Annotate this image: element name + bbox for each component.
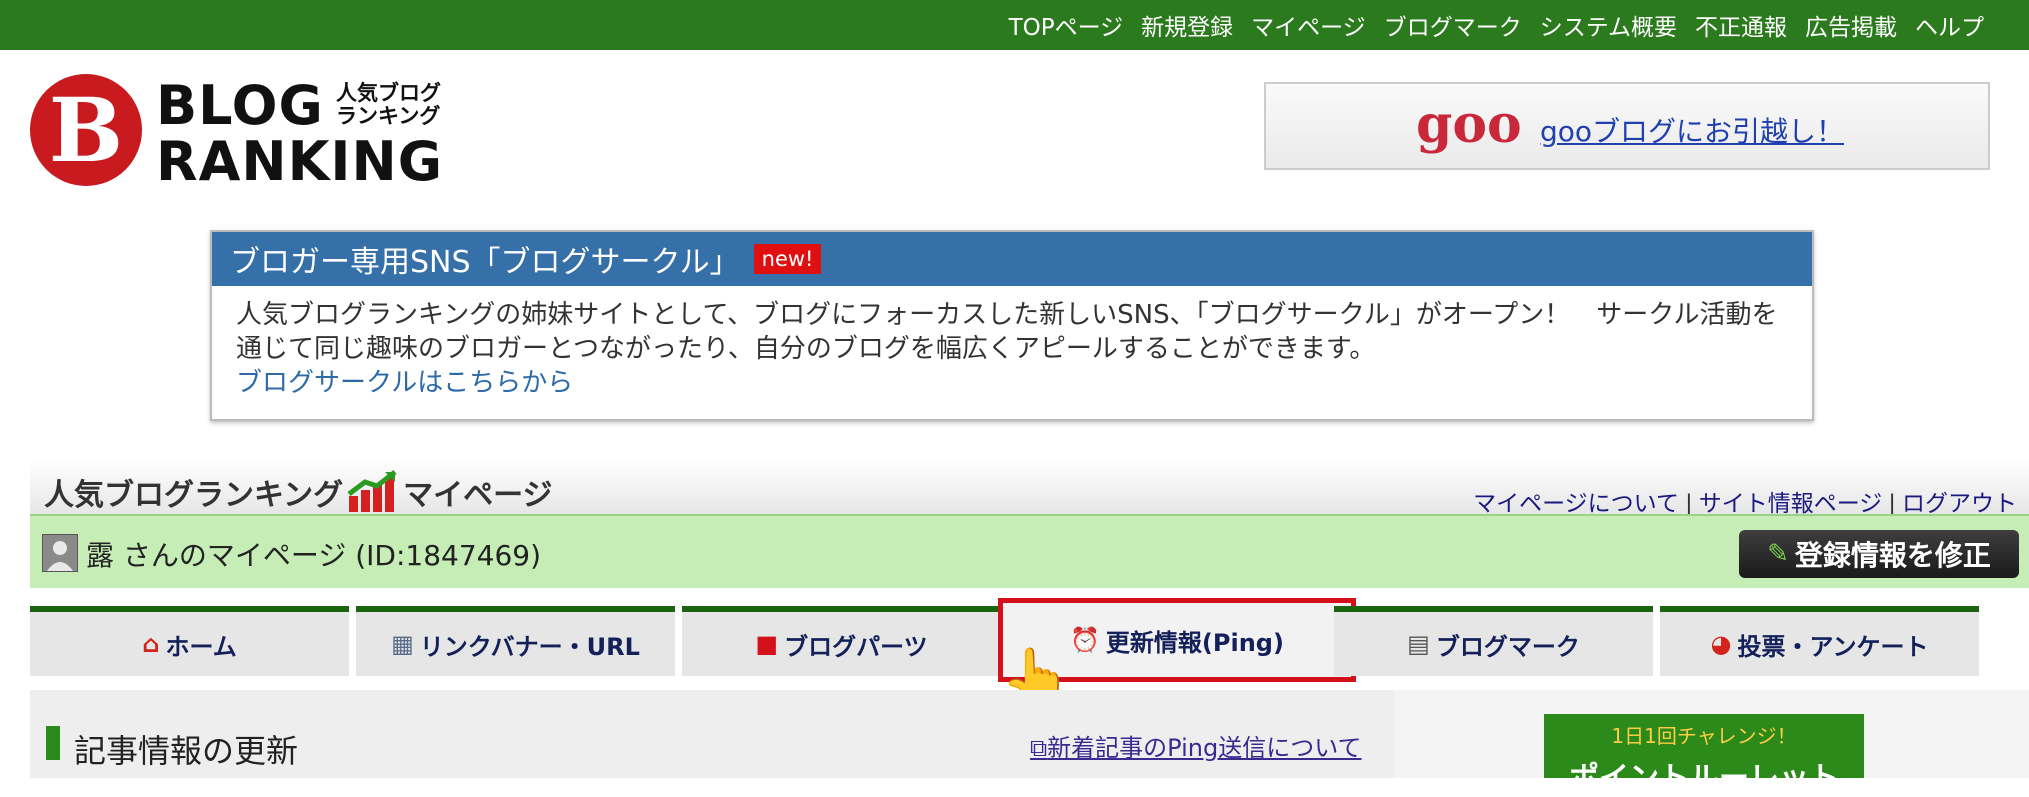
topnav-register[interactable]: 新規登録 [1141,8,1233,42]
sns-notice-header: ブロガー専用SNS「ブログサークル」 new! [212,232,1812,286]
side-panel: 1日1回チャレンジ！ ポイントルーレット [1394,690,2029,796]
new-badge: new! [753,244,822,274]
sns-notice: ブロガー専用SNS「ブログサークル」 new! 人気ブログランキングの姉妹サイト… [210,230,1814,421]
tab-blogmark[interactable]: ▤ ブログマーク [1334,606,1653,676]
goo-move-link[interactable]: gooブログにお引越し！ [1540,110,1844,150]
alarm-clock-icon: ⏰ [1070,626,1100,654]
mypage-title: 人気ブログランキング マイページ [44,470,553,514]
sns-notice-body: 人気ブログランキングの姉妹サイトとして、ブログにフォーカスした新しいSNS、「ブ… [212,286,1812,400]
parts-icon: ■ [755,630,779,658]
rising-chart-icon [347,470,399,514]
topnav-blogmark[interactable]: ブログマーク [1384,8,1522,42]
sns-notice-title: ブロガー専用SNS「ブログサークル」 [230,245,740,280]
point-roulette-banner[interactable]: 1日1回チャレンジ！ ポイントルーレット [1544,714,1864,796]
user-greeting: 露 さんのマイページ (ID:1847469) [86,539,542,572]
top-bar: TOPページ 新規登録 マイページ ブログマーク システム概要 不正通報 広告掲… [0,0,2029,50]
tab-vote[interactable]: ◕ 投票・アンケート [1660,606,1979,676]
tab-home[interactable]: ⌂ ホーム [30,606,349,676]
main-content: 記事情報の更新 ⧉新着記事のPing送信について 1日1回チャレンジ！ ポイント… [30,690,2029,796]
external-link-icon: ⧉ [1030,734,1048,762]
topnav-top[interactable]: TOPページ [1009,8,1124,42]
blog-ranking-logo[interactable]: B BLOG RANKING 人気ブログ ランキング [30,72,450,192]
goo-logo: goo [1416,94,1522,155]
logo-subtitle: 人気ブログ ランキング [336,81,441,128]
topnav-help[interactable]: ヘルプ [1915,8,1984,42]
wrench-icon: ✎ [1767,539,1789,569]
tab-blog-parts[interactable]: ■ ブログパーツ [682,606,1001,676]
topnav-system[interactable]: システム概要 [1540,8,1677,42]
top-nav: TOPページ 新規登録 マイページ ブログマーク システム概要 不正通報 広告掲… [1009,0,1984,50]
blog-circle-link[interactable]: ブログサークルはこちらから [236,366,1790,400]
goo-banner[interactable]: goo gooブログにお引越し！ [1264,82,1990,170]
home-icon: ⌂ [142,630,160,658]
topnav-ads[interactable]: 広告掲載 [1805,8,1897,42]
tab-link-banner[interactable]: ▦ リンクバナー・URL [356,606,675,676]
sns-notice-text: 人気ブログランキングの姉妹サイトとして、ブログにフォーカスした新しいSNS、「ブ… [236,300,1778,364]
clipboard-icon: ▤ [1407,630,1430,658]
topnav-report[interactable]: 不正通報 [1695,8,1787,42]
banner-icon: ▦ [391,630,414,658]
pie-chart-icon: ◕ [1710,630,1732,658]
mypage-links: マイページについて | サイト情報ページ | ログアウト [1473,491,2017,517]
logo-mark-icon: B [30,74,142,186]
section-title: 記事情報の更新 [74,732,299,770]
user-bar: 露 さんのマイページ (ID:1847469) ✎ 登録情報を修正 [30,514,2029,588]
edit-registration-button[interactable]: ✎ 登録情報を修正 [1739,530,2019,578]
section-marker [46,726,60,760]
ping-info-link[interactable]: ⧉新着記事のPing送信について [1030,728,1361,763]
mypage-header: 人気ブログランキング マイページ マイページについて | サイト情報ページ | ログアウ… [30,460,2029,517]
avatar [42,534,78,572]
topnav-mypage[interactable]: マイページ [1251,8,1366,42]
